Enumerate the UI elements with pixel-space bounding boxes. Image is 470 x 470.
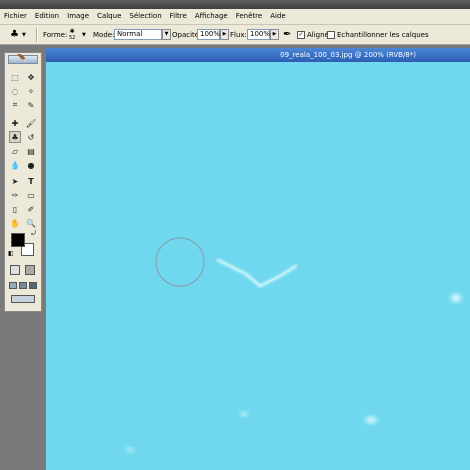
echantillonner-label: Echantillonner les calques	[337, 30, 429, 39]
menu-aide[interactable]: Aide	[266, 9, 289, 24]
menu-affichage[interactable]: Affichage	[191, 9, 232, 24]
lasso-tool-icon[interactable]: ◌	[9, 85, 21, 97]
forme-label: Forme:	[43, 30, 68, 39]
brush-size-value: 52	[69, 34, 76, 41]
quick-mask-mode-icon[interactable]	[25, 265, 35, 275]
move-tool-icon[interactable]: ✥	[25, 71, 37, 83]
echantillonner-checkbox[interactable]	[327, 30, 335, 39]
path-selection-tool-icon[interactable]: ➤	[9, 175, 21, 187]
pen-tool-icon[interactable]: ✑	[9, 189, 21, 201]
menu-fichier[interactable]: Fichier	[0, 9, 31, 24]
app-title-bar	[0, 0, 470, 9]
standard-mode-icon[interactable]	[10, 265, 20, 275]
toolbox: 🪶 ⬚ ✥ ◌ ✧ ⌗ ✎ ✚ 🖌 ♣ ↺ ▱ ▤ 💧 ● ➤ T ✑ ▭ ▯ …	[4, 52, 42, 312]
brush-tool-icon[interactable]: 🖌	[25, 117, 37, 129]
aligne-label: Aligné	[307, 30, 329, 39]
menu-image[interactable]: Image	[63, 9, 93, 24]
flux-label: Flux:	[230, 30, 247, 39]
menu-filtre[interactable]: Filtre	[166, 9, 191, 24]
notes-tool-icon[interactable]: ▯	[9, 203, 21, 215]
swap-colors-icon[interactable]: ⤾	[31, 230, 36, 238]
marquee-tool-icon[interactable]: ⬚	[9, 71, 21, 83]
separator	[36, 27, 38, 42]
full-screen-menu-mode-icon[interactable]	[19, 282, 27, 289]
flux-slider-button[interactable]: ▶	[270, 29, 279, 40]
opacite-field[interactable]: 100%	[197, 29, 220, 40]
menu-calque[interactable]: Calque	[93, 9, 125, 24]
menu-selection[interactable]: Sélection	[125, 9, 165, 24]
brush-picker-arrow[interactable]: ▼	[82, 25, 86, 44]
type-tool-icon[interactable]: T	[25, 175, 37, 187]
mode-select[interactable]: Normal	[114, 29, 162, 40]
chevron-down-icon: ▼	[21, 31, 26, 38]
document-title: 09_reala_100_03.jpg @ 200% (RVB/8*)	[280, 51, 416, 59]
light-spot	[126, 448, 134, 452]
blur-tool-icon[interactable]: 💧	[9, 159, 21, 171]
menu-bar: Fichier Edition Image Calque Sélection F…	[0, 9, 470, 25]
brush-cursor-circle	[155, 237, 205, 287]
tool-options-bar: ♣ ▼ Forme: ✱ 52 ▼ Mode: Normal ▼ Opacité…	[0, 25, 470, 45]
white-streak	[216, 258, 298, 288]
healing-brush-tool-icon[interactable]: ✚	[9, 117, 21, 129]
standard-screen-mode-icon[interactable]	[9, 282, 17, 289]
light-spot	[451, 294, 461, 302]
foreground-color-swatch[interactable]	[11, 233, 25, 247]
full-screen-mode-icon[interactable]	[29, 282, 37, 289]
history-brush-tool-icon[interactable]: ↺	[25, 131, 37, 143]
opacite-slider-button[interactable]: ▶	[220, 29, 229, 40]
light-spot	[240, 412, 248, 416]
toolbox-logo: 🪶	[8, 54, 38, 64]
hand-tool-icon[interactable]: ✋	[9, 217, 21, 229]
feather-icon: 🪶	[17, 54, 27, 63]
mode-dropdown-button[interactable]: ▼	[162, 29, 171, 40]
shape-tool-icon[interactable]: ▭	[25, 189, 37, 201]
slice-tool-icon[interactable]: ✎	[25, 99, 37, 111]
airbrush-icon[interactable]: ✒	[283, 25, 291, 44]
zoom-tool-icon[interactable]: 🔍	[25, 217, 37, 229]
clone-stamp-tool-icon[interactable]: ♣	[9, 131, 21, 143]
image-canvas[interactable]	[46, 62, 470, 470]
gradient-tool-icon[interactable]: ▤	[25, 145, 37, 157]
light-spot	[365, 417, 377, 423]
menu-fenetre[interactable]: Fenêtre	[232, 9, 266, 24]
eyedropper-tool-icon[interactable]: ✐	[25, 203, 37, 215]
dodge-tool-icon[interactable]: ●	[25, 159, 37, 171]
mode-label: Mode:	[93, 30, 115, 39]
document-title-bar[interactable]: 09_reala_100_03.jpg @ 200% (RVB/8*)	[46, 48, 470, 62]
brush-picker[interactable]: ✱ 52	[69, 25, 75, 44]
flux-field[interactable]: 100%	[247, 29, 270, 40]
clone-stamp-icon: ♣	[10, 29, 19, 40]
magic-wand-tool-icon[interactable]: ✧	[25, 85, 37, 97]
jump-to-imageready-icon[interactable]	[11, 295, 35, 303]
tool-preset-picker[interactable]: ♣ ▼	[10, 25, 26, 44]
aligne-checkbox[interactable]: ✓	[297, 30, 305, 39]
menu-edition[interactable]: Edition	[31, 9, 63, 24]
canvas-artwork	[126, 237, 461, 452]
default-colors-icon[interactable]: ◧	[8, 250, 14, 257]
crop-tool-icon[interactable]: ⌗	[9, 99, 21, 111]
eraser-tool-icon[interactable]: ▱	[9, 145, 21, 157]
